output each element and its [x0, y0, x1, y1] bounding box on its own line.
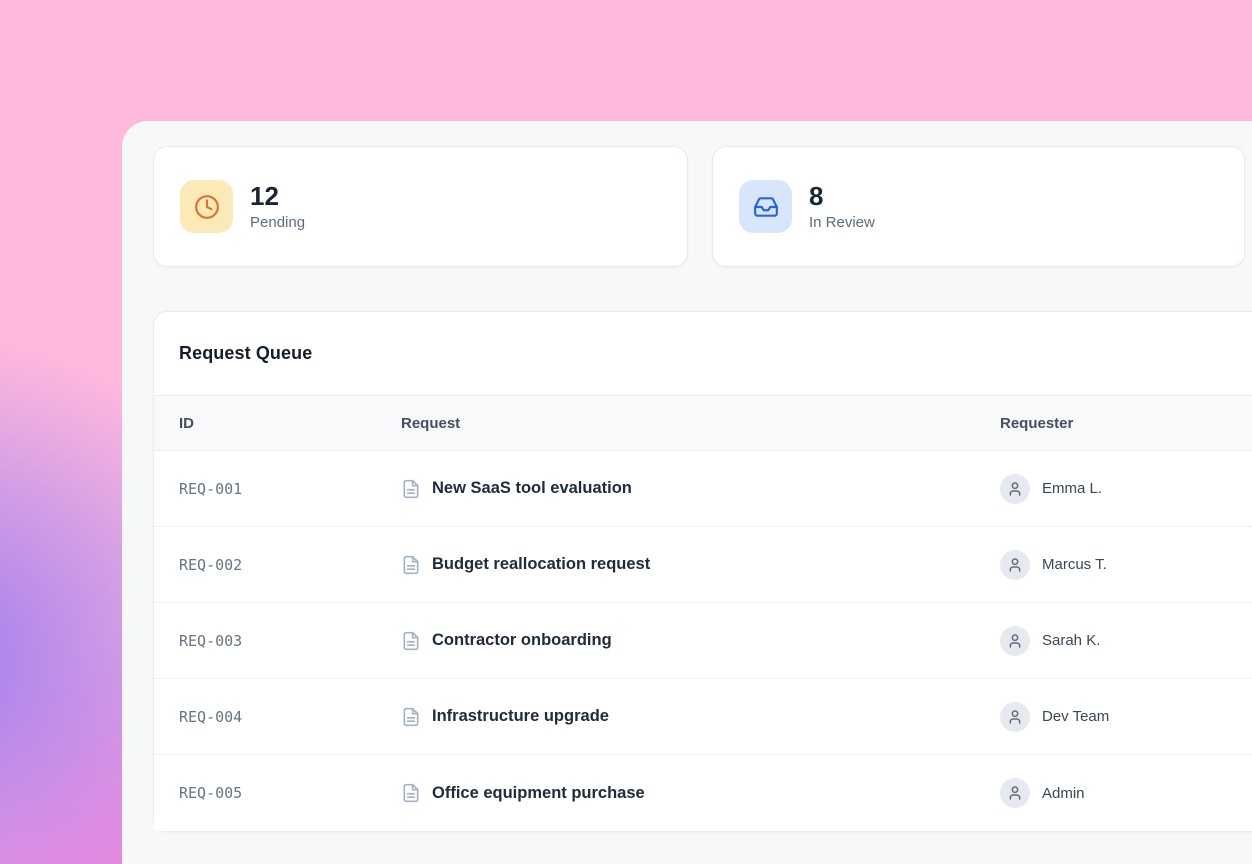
table-row[interactable]: REQ-004 Infrastructure upgrade Dev Team: [154, 679, 1252, 755]
requester-name: Dev Team: [1042, 708, 1109, 725]
stat-card-in-review: 8 In Review: [712, 146, 1245, 267]
request-queue-card: Request Queue ID Request Requester REQ-0…: [153, 311, 1252, 832]
request-title: Infrastructure upgrade: [432, 707, 609, 726]
request-id: REQ-005: [179, 784, 401, 802]
table-row[interactable]: REQ-001 New SaaS tool evaluation Emma L.: [154, 451, 1252, 527]
request-title: Office equipment purchase: [432, 784, 645, 803]
table-row[interactable]: REQ-003 Contractor onboarding Sarah K.: [154, 603, 1252, 679]
pending-label: Pending: [250, 214, 305, 231]
user-icon: [1007, 633, 1023, 649]
desktop-background: { "stat_cards": [ { "value": "12", "labe…: [0, 0, 1252, 864]
avatar: [1000, 778, 1030, 808]
in-review-label: In Review: [809, 214, 875, 231]
request-id: REQ-002: [179, 556, 401, 574]
table-header-row: ID Request Requester: [154, 396, 1252, 451]
file-text-icon: [401, 479, 421, 499]
request-id: REQ-001: [179, 480, 401, 498]
table-body: REQ-001 New SaaS tool evaluation Emma L.…: [154, 451, 1252, 831]
request-id: REQ-003: [179, 632, 401, 650]
file-text-icon: [401, 707, 421, 727]
request-title: Budget reallocation request: [432, 555, 650, 574]
stats-row: 12 Pending 8 In Review: [153, 146, 1245, 267]
requester-name: Emma L.: [1042, 480, 1102, 497]
requester-name: Sarah K.: [1042, 632, 1100, 649]
user-icon: [1007, 785, 1023, 801]
user-icon: [1007, 709, 1023, 725]
requester-name: Admin: [1042, 785, 1085, 802]
avatar: [1000, 550, 1030, 580]
file-text-icon: [401, 783, 421, 803]
file-text-icon: [401, 631, 421, 651]
request-title: Contractor onboarding: [432, 631, 612, 650]
user-icon: [1007, 557, 1023, 573]
user-icon: [1007, 481, 1023, 497]
inbox-icon: [739, 180, 792, 233]
avatar: [1000, 702, 1030, 732]
in-review-count: 8: [809, 182, 875, 211]
avatar: [1000, 474, 1030, 504]
request-queue-title: Request Queue: [179, 343, 312, 364]
table-row[interactable]: REQ-005 Office equipment purchase Admin: [154, 755, 1252, 831]
app-panel: 12 Pending 8 In Review Request Queue ID …: [122, 121, 1252, 864]
pending-count: 12: [250, 182, 305, 211]
column-header-id: ID: [179, 415, 401, 432]
avatar: [1000, 626, 1030, 656]
stat-card-pending: 12 Pending: [153, 146, 688, 267]
requester-name: Marcus T.: [1042, 556, 1107, 573]
column-header-requester: Requester: [1000, 415, 1251, 432]
clock-icon: [180, 180, 233, 233]
table-row[interactable]: REQ-002 Budget reallocation request Marc…: [154, 527, 1252, 603]
file-text-icon: [401, 555, 421, 575]
column-header-request: Request: [401, 415, 1000, 432]
request-title: New SaaS tool evaluation: [432, 479, 632, 498]
request-id: REQ-004: [179, 708, 401, 726]
